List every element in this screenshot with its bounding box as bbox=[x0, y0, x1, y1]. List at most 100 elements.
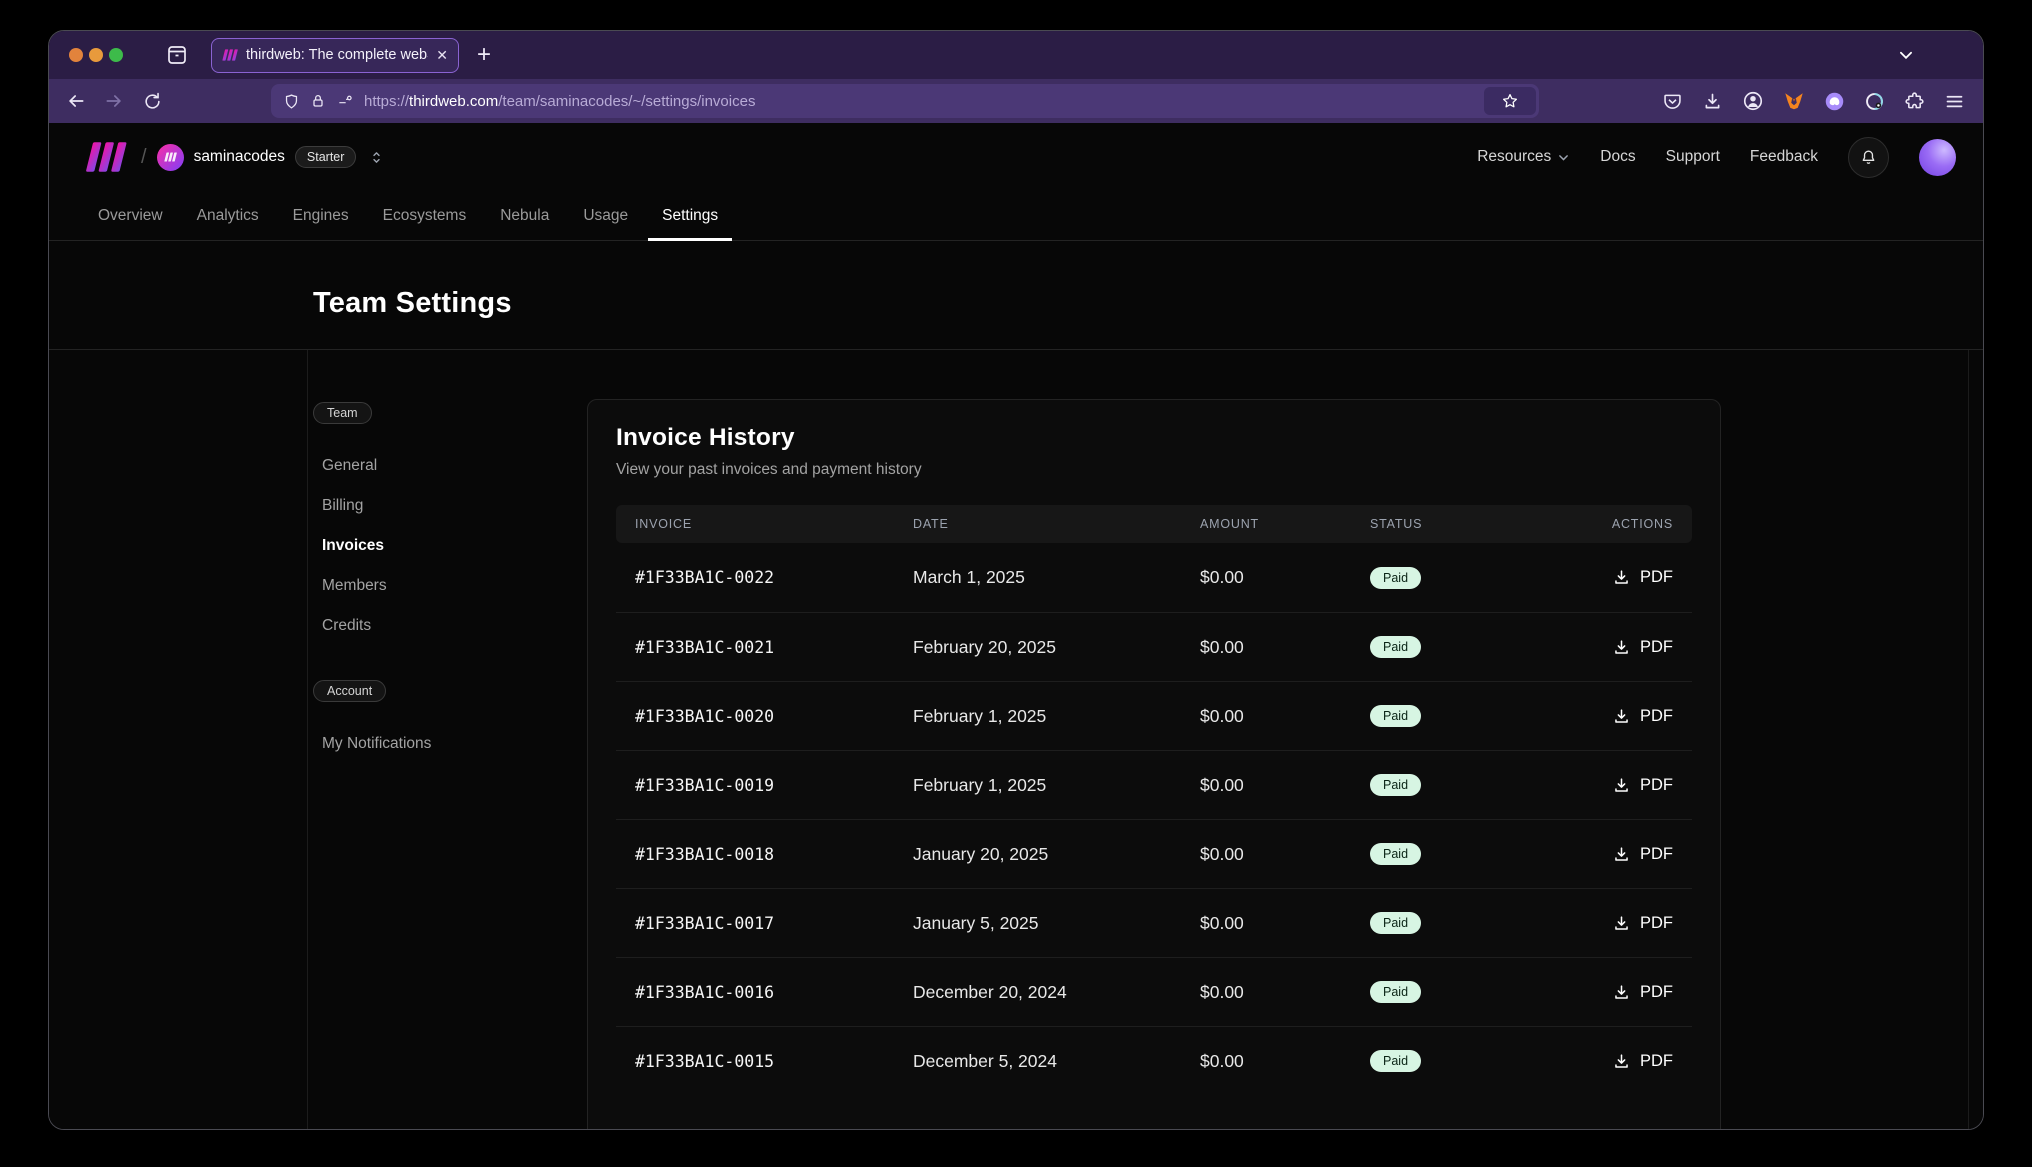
browser-toolbar: https://thirdweb.com/team/saminacodes/~/… bbox=[49, 79, 1983, 123]
tab-ecosystems[interactable]: Ecosystems bbox=[369, 191, 481, 240]
lock-icon[interactable] bbox=[310, 93, 326, 109]
notifications-bell-button[interactable] bbox=[1848, 137, 1889, 178]
invoice-date: December 20, 2024 bbox=[913, 982, 1200, 1003]
sidebar-item-credits[interactable]: Credits bbox=[322, 606, 563, 646]
invoice-id: #1F33BA1C-0017 bbox=[635, 914, 913, 933]
download-pdf-button[interactable]: PDF bbox=[1612, 707, 1673, 726]
tab-engines[interactable]: Engines bbox=[279, 191, 363, 240]
col-invoice: INVOICE bbox=[635, 517, 913, 531]
invoice-id: #1F33BA1C-0020 bbox=[635, 707, 913, 726]
card-subtitle: View your past invoices and payment hist… bbox=[616, 461, 1692, 479]
download-icon bbox=[1612, 845, 1631, 864]
resources-menu[interactable]: Resources bbox=[1477, 148, 1570, 166]
invoice-amount: $0.00 bbox=[1200, 913, 1370, 934]
invoice-amount: $0.00 bbox=[1200, 567, 1370, 588]
team-switcher-icon[interactable] bbox=[368, 149, 385, 166]
team-avatar[interactable] bbox=[157, 144, 184, 171]
tab-list-chevron-icon[interactable] bbox=[1897, 46, 1915, 64]
col-actions: ACTIONS bbox=[1612, 517, 1673, 531]
sidebar-item-my-notifications[interactable]: My Notifications bbox=[322, 724, 563, 764]
header-links: Resources Docs Support Feedback bbox=[1477, 137, 1956, 178]
window-minimize-button[interactable] bbox=[89, 48, 103, 62]
download-icon bbox=[1612, 776, 1631, 795]
table-row: #1F33BA1C-0018 January 20, 2025 $0.00 Pa… bbox=[616, 819, 1692, 888]
invoice-date: February 20, 2025 bbox=[913, 637, 1200, 658]
back-icon[interactable] bbox=[61, 86, 91, 116]
col-status: STATUS bbox=[1370, 517, 1590, 531]
download-icon bbox=[1612, 707, 1631, 726]
download-icon bbox=[1612, 568, 1631, 587]
table-row: #1F33BA1C-0017 January 5, 2025 $0.00 Pai… bbox=[616, 888, 1692, 957]
phantom-icon[interactable] bbox=[1824, 91, 1845, 112]
feedback-link[interactable]: Feedback bbox=[1750, 148, 1818, 166]
status-badge: Paid bbox=[1370, 705, 1421, 727]
sidebar-item-billing[interactable]: Billing bbox=[322, 486, 563, 526]
tab-usage[interactable]: Usage bbox=[569, 191, 642, 240]
invoice-amount: $0.00 bbox=[1200, 637, 1370, 658]
team-nav-tabs: Overview Analytics Engines Ecosystems Ne… bbox=[49, 191, 1983, 241]
invoice-date: February 1, 2025 bbox=[913, 775, 1200, 796]
tab-settings[interactable]: Settings bbox=[648, 191, 732, 240]
download-icon bbox=[1612, 1052, 1631, 1071]
page-title-section: Team Settings bbox=[49, 241, 1983, 350]
screen-background: thirdweb: The complete web3 d ✕ + bbox=[0, 0, 2032, 1167]
tab-analytics[interactable]: Analytics bbox=[183, 191, 273, 240]
window-zoom-button[interactable] bbox=[109, 48, 123, 62]
metamask-icon[interactable] bbox=[1783, 90, 1805, 112]
download-icon bbox=[1612, 983, 1631, 1002]
invoice-history-card: Invoice History View your past invoices … bbox=[587, 399, 1721, 1130]
docs-link[interactable]: Docs bbox=[1600, 148, 1635, 166]
download-pdf-button[interactable]: PDF bbox=[1612, 845, 1673, 864]
browser-tab-bar: thirdweb: The complete web3 d ✕ + bbox=[49, 31, 1983, 79]
page-title: Team Settings bbox=[313, 287, 1983, 320]
tracking-protection-shield-icon[interactable] bbox=[283, 93, 300, 110]
download-pdf-button[interactable]: PDF bbox=[1612, 776, 1673, 795]
reload-icon[interactable] bbox=[137, 86, 167, 116]
new-tab-button[interactable]: + bbox=[477, 41, 491, 69]
bookmark-star-icon[interactable] bbox=[1484, 87, 1536, 115]
breadcrumb-separator: / bbox=[141, 146, 147, 169]
invoice-date: January 20, 2025 bbox=[913, 844, 1200, 865]
bell-icon bbox=[1859, 148, 1878, 167]
download-pdf-button[interactable]: PDF bbox=[1612, 568, 1673, 587]
sidebar-item-invoices[interactable]: Invoices bbox=[322, 526, 563, 566]
window-close-button[interactable] bbox=[69, 48, 83, 62]
site-permissions-icon[interactable] bbox=[336, 93, 354, 109]
settings-sidebar: Team General Billing Invoices Members Cr… bbox=[313, 402, 563, 798]
pocket-icon[interactable] bbox=[1662, 91, 1683, 112]
invoice-date: January 5, 2025 bbox=[913, 913, 1200, 934]
menu-hamburger-icon[interactable] bbox=[1944, 91, 1965, 112]
invoice-id: #1F33BA1C-0022 bbox=[635, 568, 913, 587]
team-name[interactable]: saminacodes bbox=[194, 148, 285, 166]
tab-overview[interactable]: Overview bbox=[84, 191, 177, 240]
account-icon[interactable] bbox=[1742, 90, 1764, 112]
url-text: https://thirdweb.com/team/saminacodes/~/… bbox=[364, 93, 1474, 110]
download-pdf-button[interactable]: PDF bbox=[1612, 638, 1673, 657]
url-bar[interactable]: https://thirdweb.com/team/saminacodes/~/… bbox=[271, 84, 1539, 118]
tab-close-icon[interactable]: ✕ bbox=[436, 48, 448, 62]
invoice-amount: $0.00 bbox=[1200, 1051, 1370, 1072]
invoice-date: March 1, 2025 bbox=[913, 567, 1200, 588]
download-pdf-button[interactable]: PDF bbox=[1612, 983, 1673, 1002]
sidebar-item-general[interactable]: General bbox=[322, 446, 563, 486]
sidebar-toggle-icon[interactable] bbox=[165, 43, 189, 67]
support-link[interactable]: Support bbox=[1666, 148, 1720, 166]
invoice-amount: $0.00 bbox=[1200, 844, 1370, 865]
sidebar-item-members[interactable]: Members bbox=[322, 566, 563, 606]
tab-nebula[interactable]: Nebula bbox=[486, 191, 563, 240]
forward-icon[interactable] bbox=[99, 86, 129, 116]
table-row: #1F33BA1C-0019 February 1, 2025 $0.00 Pa… bbox=[616, 750, 1692, 819]
user-avatar[interactable] bbox=[1919, 139, 1956, 176]
account-section-badge: Account bbox=[313, 680, 386, 702]
team-section-items: General Billing Invoices Members Credits bbox=[322, 446, 563, 646]
extensions-puzzle-icon[interactable] bbox=[1904, 91, 1925, 112]
browser-tab[interactable]: thirdweb: The complete web3 d ✕ bbox=[211, 38, 459, 73]
page-content: / saminacodes Starter Resources Docs Sup… bbox=[49, 123, 1983, 1130]
table-header: INVOICE DATE AMOUNT STATUS ACTIONS bbox=[616, 505, 1692, 543]
invoice-date: February 1, 2025 bbox=[913, 706, 1200, 727]
thirdweb-logo[interactable] bbox=[85, 141, 127, 173]
download-pdf-button[interactable]: PDF bbox=[1612, 1052, 1673, 1071]
downloads-icon[interactable] bbox=[1702, 91, 1723, 112]
download-pdf-button[interactable]: PDF bbox=[1612, 914, 1673, 933]
extension-circle-icon[interactable] bbox=[1864, 91, 1885, 112]
